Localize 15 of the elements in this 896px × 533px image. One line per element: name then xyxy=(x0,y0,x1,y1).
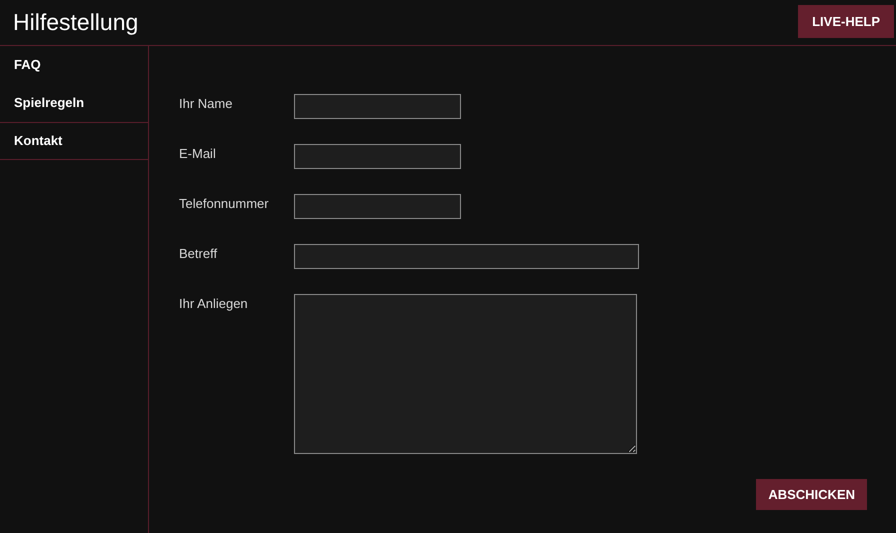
input-field[interactable] xyxy=(294,194,461,219)
field-label: Betreff xyxy=(179,245,218,263)
sidebar-item[interactable]: Kontakt xyxy=(0,122,148,160)
input-field[interactable] xyxy=(294,94,461,119)
submit-button[interactable]: ABSCHICKEN xyxy=(756,479,867,510)
field-label: Telefonnummer xyxy=(179,195,270,213)
input-field[interactable] xyxy=(294,244,639,269)
page-title: Hilfestellung xyxy=(13,8,138,38)
field-label: Ihr Anliegen xyxy=(179,295,249,313)
sidebar-item[interactable]: FAQ xyxy=(0,46,148,84)
sidebar-item[interactable]: Spielregeln xyxy=(0,84,148,122)
field-label: E-Mail xyxy=(179,145,217,163)
input-field[interactable] xyxy=(294,144,461,169)
field-label: Ihr Name xyxy=(179,95,234,113)
live-help-button[interactable]: LIVE-HELP xyxy=(798,5,894,38)
